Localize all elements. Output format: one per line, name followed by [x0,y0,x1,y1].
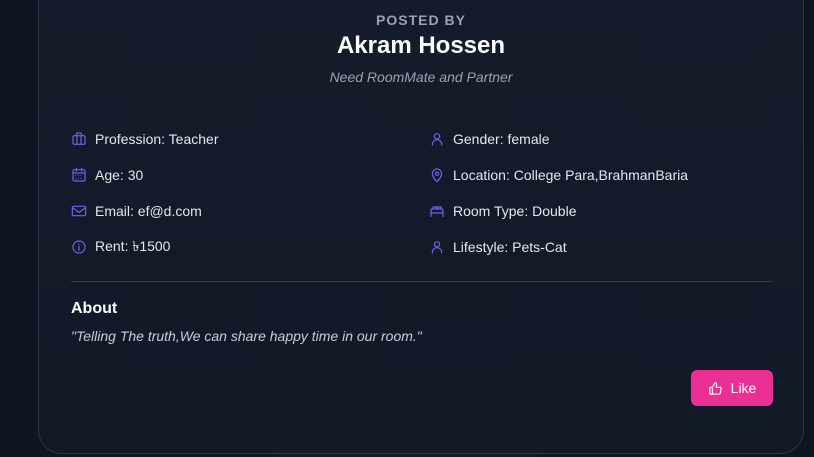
page: POSTED BY Akram Hossen Need RoomMate and… [0,0,814,457]
thumbs-up-icon [708,381,722,395]
info-icon [71,239,87,255]
location-info: Location: College Para,BrahmanBaria [429,166,688,184]
briefcase-icon [71,131,87,147]
age-text: Age: 30 [95,167,144,183]
post-tagline: Need RoomMate and Partner [329,69,513,85]
poster-name: Akram Hossen [336,32,506,59]
email-text: Email: ef@d.com [95,203,202,219]
user-icon [429,239,445,255]
about-heading: About [71,300,118,317]
room-type-text: Room Type: Double [453,203,577,219]
room-type-info: Room Type: Double [429,202,576,220]
like-label: Like [730,380,757,396]
like-button[interactable]: Like [691,370,773,406]
lifestyle-info: Lifestyle: Pets-Cat [429,238,567,256]
bed-icon [429,203,445,219]
location-text: Location: College Para,BrahmanBaria [453,167,689,183]
rent-info: Rent: ৳1500 [71,238,170,256]
mail-icon [71,203,87,219]
roommate-post-card: POSTED BY Akram Hossen Need RoomMate and… [38,0,804,454]
profession-text: Profession: Teacher [95,131,219,147]
divider [71,281,773,282]
email-info: Email: ef@d.com [71,202,202,220]
lifestyle-text: Lifestyle: Pets-Cat [453,239,567,255]
gender-text: Gender: female [453,131,550,147]
gender-info: Gender: female [429,130,550,148]
calendar-icon [71,167,87,183]
profession-info: Profession: Teacher [71,130,218,148]
map-pin-icon [429,167,445,183]
posted-by-label: POSTED BY [376,12,466,28]
rent-text: Rent: ৳1500 [95,238,171,254]
about-text: "Telling The truth,We can share happy ti… [71,328,422,344]
user-icon [429,131,445,147]
age-info: Age: 30 [71,166,143,184]
